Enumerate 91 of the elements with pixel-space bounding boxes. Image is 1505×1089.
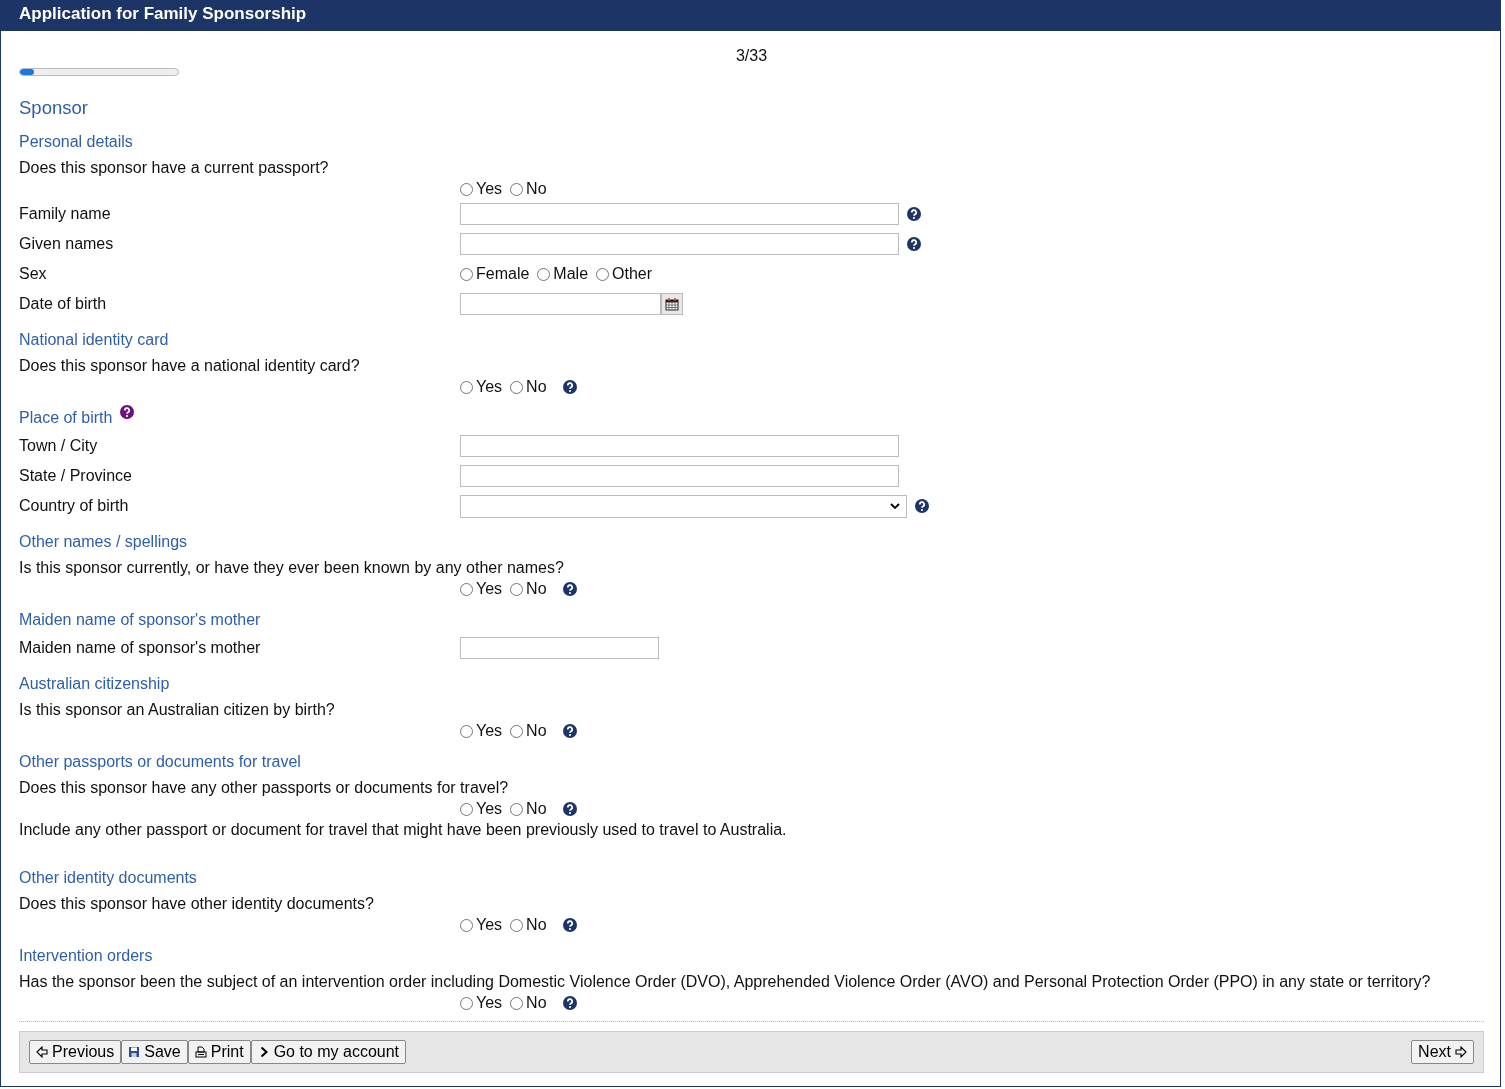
question-label: Does this sponsor have any other passports or documents for travel?	[19, 778, 510, 798]
radio-label: Yes	[476, 722, 503, 740]
date-input[interactable]	[460, 293, 661, 315]
print-button[interactable]: Print	[187, 1040, 251, 1064]
calendar-icon	[665, 297, 679, 311]
section-heading: Intervention orders	[19, 947, 153, 965]
help-icon[interactable]	[120, 405, 135, 419]
question-label: Is this sponsor currently, or have they ever been known by any other names?	[19, 558, 565, 578]
save-button[interactable]: Save	[121, 1040, 188, 1064]
field-label: Family name	[19, 205, 111, 222]
radio-button[interactable]	[460, 996, 473, 1010]
text-input[interactable]	[460, 465, 899, 487]
section-heading: Place of birth	[19, 409, 113, 427]
radio-button[interactable]	[510, 724, 524, 738]
calendar-button[interactable]	[661, 293, 683, 315]
radio-button[interactable]	[510, 918, 524, 932]
help-icon[interactable]	[562, 996, 577, 1010]
radio-button[interactable]	[460, 380, 473, 394]
radio-button[interactable]	[460, 724, 473, 738]
text-input[interactable]	[460, 637, 659, 659]
field-label: Maiden name of sponsor's mother	[19, 639, 261, 656]
chevron-icon	[890, 503, 900, 509]
radio-label: No	[526, 800, 547, 818]
help-icon[interactable]	[915, 499, 929, 513]
radio-button[interactable]	[510, 582, 524, 596]
help-icon[interactable]	[562, 724, 577, 738]
section-heading: National identity card	[19, 331, 169, 349]
radio-button[interactable]	[537, 267, 551, 281]
radio-label: Yes	[476, 800, 503, 818]
help-icon[interactable]	[907, 237, 921, 251]
help-icon[interactable]	[562, 802, 577, 816]
radio-label: No	[526, 994, 547, 1012]
radio-label: No	[526, 378, 547, 396]
radio-label: Yes	[476, 916, 503, 934]
radio-button[interactable]	[460, 802, 473, 816]
radio-label: Male	[553, 265, 589, 283]
text-input[interactable]	[460, 203, 899, 225]
radio-button[interactable]	[510, 996, 524, 1010]
radio-label: Yes	[476, 580, 503, 598]
text-input[interactable]	[460, 435, 899, 457]
field-label: Date of birth	[19, 295, 107, 312]
field-label: Sex	[19, 265, 47, 282]
account-button[interactable]: Go to my account	[250, 1040, 406, 1064]
question-label: Does this sponsor have a national identity card?	[19, 356, 361, 376]
radio-button[interactable]	[460, 267, 473, 281]
previous-button[interactable]: Previous	[29, 1040, 122, 1064]
section-heading: Maiden name of sponsor's mother	[19, 611, 261, 629]
help-icon[interactable]	[562, 582, 577, 596]
page-heading: Sponsor	[19, 97, 89, 120]
page-counter: 3/33	[734, 46, 769, 66]
radio-button[interactable]	[510, 802, 524, 816]
field-label: Town / City	[19, 437, 98, 454]
help-icon[interactable]	[562, 918, 577, 932]
field-label: Country of birth	[19, 497, 129, 514]
left-arrow-icon	[36, 1046, 48, 1058]
section-heading: Other passports or documents for travel	[19, 753, 301, 771]
help-icon[interactable]	[562, 380, 577, 394]
printer-icon	[194, 1046, 207, 1058]
radio-button[interactable]	[460, 182, 473, 196]
radio-label: No	[526, 916, 547, 934]
radio-label: Female	[476, 265, 530, 283]
radio-label: Yes	[476, 180, 503, 198]
field-label: Given names	[19, 235, 114, 252]
section-heading: Other names / spellings	[19, 533, 188, 551]
radio-label: Other	[612, 265, 653, 283]
question-label: Does this sponsor have a current passport?	[19, 158, 330, 178]
field-label: State / Province	[19, 467, 132, 484]
next-button[interactable]: Next	[1411, 1040, 1474, 1064]
radio-button[interactable]	[596, 267, 610, 281]
section-heading: Personal details	[19, 133, 133, 151]
radio-label: Yes	[476, 378, 503, 396]
question-label: Has the sponsor been the subject of an intervention order including Domestic Violence Order (DVO), Apprehended Violence Order (AVO) and Personal Protection Order (PPO) in any state or territory?	[19, 972, 1432, 992]
section-heading: Other identity documents	[19, 869, 197, 887]
question-label: Is this sponsor an Australian citizen by birth?	[19, 700, 336, 720]
section-heading: Australian citizenship	[19, 675, 170, 693]
radio-button[interactable]	[510, 380, 524, 394]
save-icon	[128, 1046, 141, 1058]
radio-label: No	[526, 580, 547, 598]
radio-label: Yes	[476, 994, 503, 1012]
window-title: Application for Family Sponsorship	[19, 4, 307, 23]
radio-label: No	[526, 722, 547, 740]
note-text: Include any other passport or document for travel that might have been previously used to travel to Australia.	[19, 820, 788, 840]
radio-button[interactable]	[460, 918, 473, 932]
radio-button[interactable]	[460, 582, 473, 596]
dropdown-field[interactable]	[460, 494, 907, 518]
right-arrow-icon	[1455, 1046, 1467, 1058]
help-icon[interactable]	[907, 207, 921, 221]
radio-label: No	[526, 180, 547, 198]
text-input[interactable]	[460, 233, 899, 255]
radio-button[interactable]	[510, 182, 524, 196]
question-label: Does this sponsor have other identity documents?	[19, 894, 375, 914]
